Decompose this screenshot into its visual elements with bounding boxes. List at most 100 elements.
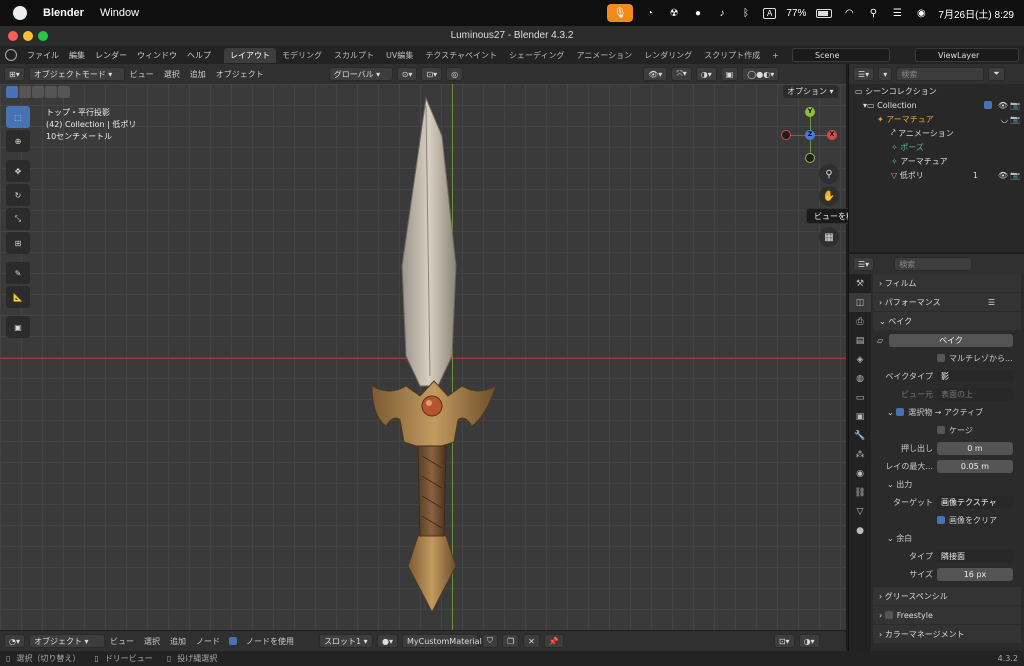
outliner-search-field[interactable]: 検索 [896,67,985,81]
unlink-icon[interactable]: ✕ [523,634,540,648]
clock-icon[interactable]: ◔ [643,6,657,20]
object-mode-dropdown[interactable]: オブジェクトモード ▾ [28,67,125,81]
output-subsection[interactable]: ⌄ 出力 [873,475,1021,493]
bake-button[interactable]: ベイク [889,333,1013,347]
multires-checkbox[interactable] [937,354,945,362]
eye-icon[interactable]: 👁 [998,171,1008,180]
pivot-icon[interactable]: ⊙▾ [396,67,418,81]
select-new-icon[interactable] [6,86,18,98]
apple-icon[interactable] [13,6,27,20]
view-layer-selector[interactable]: ViewLayer [915,48,1019,62]
clear-image-checkbox[interactable] [937,516,945,524]
scene-tab-icon[interactable]: ◈ [849,350,871,369]
transform-tool[interactable]: ⊞ [6,232,30,254]
material-browse-icon[interactable]: ●▾ [377,634,398,648]
section-color-management[interactable]: › カラーマネージメント [873,625,1021,643]
restrict-select-icon[interactable]: ◡ [1001,115,1008,124]
select-subtract-icon[interactable] [32,86,44,98]
material-tab-icon[interactable]: ● [849,521,871,540]
material-name-field[interactable]: MyCustomMaterial [402,634,482,648]
outliner-filter-funnel-icon[interactable]: ⏷ [988,67,1005,81]
selected-to-active-row[interactable]: ⌄ 選択物 → アクティブ [873,403,1021,421]
measure-tool[interactable]: 📐 [6,286,30,308]
node-menu-view[interactable]: ビュー [105,636,139,647]
tab-uv-editing[interactable]: UV編集 [380,48,419,63]
outliner-row-lowpoly[interactable]: ▽ 低ポリ 1 👁 📷 [849,168,1024,182]
bake-type-dropdown[interactable]: 影 [937,369,1013,383]
grid-view-icon[interactable]: ▦ [819,227,839,247]
extrusion-field[interactable]: 0 m [937,441,1013,455]
constraints-tab-icon[interactable]: ⛓ [849,483,871,502]
add-workspace-button[interactable]: + [766,49,785,62]
search-icon[interactable]: ⚲ [866,6,880,20]
editor-type-button[interactable]: ⊞▾ [4,67,25,81]
add-cube-tool[interactable]: ▣ [6,316,30,338]
outliner-row-pose[interactable]: ✧ ポーズ [849,140,1024,154]
fake-user-icon[interactable]: ⛉ [482,634,498,648]
section-film[interactable]: › フィルム [873,274,1021,292]
duplicate-icon[interactable]: ❐ [502,634,520,648]
section-bake[interactable]: ⌄ ベイク [873,312,1021,330]
input-source-indicator[interactable]: A [763,7,777,19]
scene-selector[interactable]: Scene [792,48,890,62]
modifier-tab-icon[interactable]: 🔧 [849,426,871,445]
menu-add[interactable]: 追加 [185,69,211,80]
snap-node-icon[interactable]: ⊡▾ [773,634,795,648]
menu-edit[interactable]: 編集 [64,50,90,61]
view-from-dropdown[interactable]: 表面の上 [937,387,1013,401]
bluetooth-icon[interactable]: ᛒ [739,6,753,20]
gizmo-z-axis[interactable]: Z [805,130,815,140]
window-menu[interactable]: Window [100,7,139,19]
rotate-tool[interactable]: ↻ [6,184,30,206]
section-grease-pencil[interactable]: › グリースペンシル [873,587,1021,605]
outliner-filter-icon[interactable]: ▾ [878,67,893,81]
tab-layout[interactable]: レイアウト [224,47,276,63]
camera-icon[interactable]: 📷 [1010,171,1020,180]
select-intersect-icon[interactable] [58,86,70,98]
properties-editor-type-button[interactable]: ☰▾ [853,257,875,271]
gizmo-y-axis[interactable]: Y [805,107,815,117]
editor-object-dropdown[interactable]: オブジェクト ▾ [29,634,105,648]
scale-tool[interactable]: ⤡ [6,208,30,230]
data-tab-icon[interactable]: ▽ [849,502,871,521]
use-nodes-checkbox[interactable] [229,637,237,645]
blender-logo-icon[interactable] [5,49,17,61]
overlay-node-icon[interactable]: ◑▾ [798,634,820,648]
view-layer-tab-icon[interactable]: ▤ [849,331,871,350]
particles-tab-icon[interactable]: ⁂ [849,445,871,464]
target-dropdown[interactable]: 画像テクスチャ [937,495,1013,509]
menu-select[interactable]: 選択 [159,69,185,80]
music-icon[interactable]: ♪ [715,6,729,20]
control-center-icon[interactable]: ☰ [890,6,904,20]
minimize-window-button[interactable] [23,31,33,41]
3d-viewport[interactable]: トップ・平行投影 (42) Collection | 低ポリ 10センチメートル… [0,84,846,630]
menu-window[interactable]: ウィンドウ [132,50,182,61]
zoom-icon[interactable]: ⚲ [819,164,839,184]
tool-tab-icon[interactable]: ⚒ [849,274,871,293]
world-tab-icon[interactable]: ◍ [849,369,871,388]
outliner-row-armature[interactable]: ✦ アーマチュア ◡ 📷 [849,112,1024,126]
slot-dropdown[interactable]: スロット1 ▾ [319,634,373,648]
eye-icon[interactable]: 👁 [998,101,1008,110]
menu-help[interactable]: ヘルプ [182,50,216,61]
tab-animation[interactable]: アニメーション [570,48,638,63]
options-dropdown[interactable]: オプション ▾ [783,85,838,98]
max-ray-field[interactable]: 0.05 m [937,459,1013,473]
selected-to-active-checkbox[interactable] [896,408,905,416]
radiation-icon[interactable]: ☢ [667,6,681,20]
close-window-button[interactable] [8,31,18,41]
annotate-tool[interactable]: ✎ [6,262,30,284]
microphone-icon[interactable]: 🎙 [607,4,634,22]
select-box-tool[interactable]: ⬚ [6,106,30,128]
menu-render[interactable]: レンダー [90,50,132,61]
object-tab-icon[interactable]: ▣ [849,407,871,426]
outliner-row-animation[interactable]: ⤤ アニメーション [849,126,1024,140]
zoom-window-button[interactable] [38,31,48,41]
outliner-row-armature-data[interactable]: ✧ アーマチュア [849,154,1024,168]
line-app-icon[interactable]: ● [691,6,705,20]
date-time[interactable]: 7月26日(土) 8:29 [938,6,1014,21]
outliner-row-collection[interactable]: ▾▭ Collection 👁 📷 [849,98,1024,112]
node-menu-select[interactable]: 選択 [139,636,165,647]
siri-icon[interactable]: ◉ [914,6,928,20]
render-tab-icon[interactable]: ◫ [849,293,871,312]
